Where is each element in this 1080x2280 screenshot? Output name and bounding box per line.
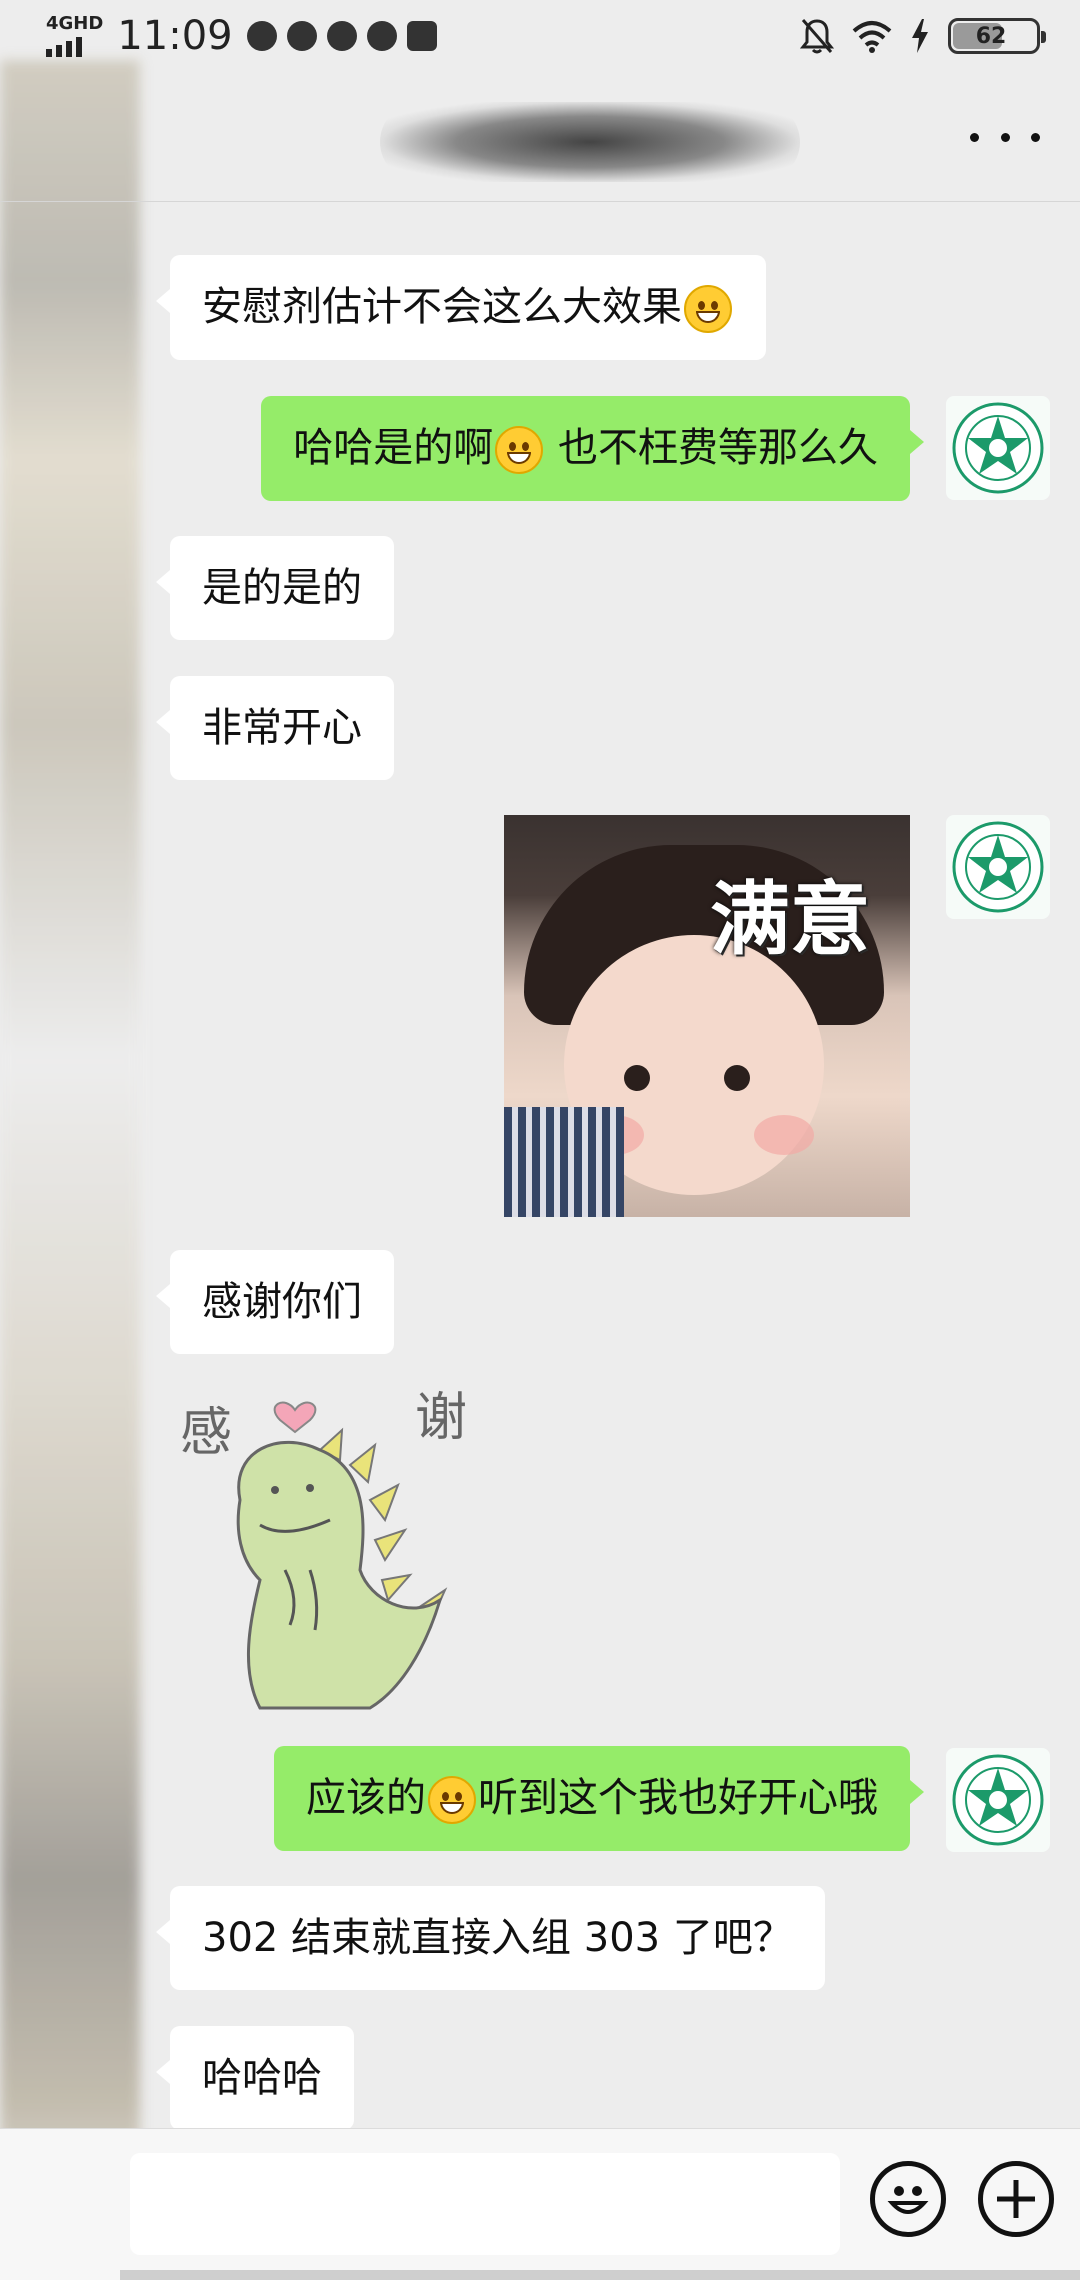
signal-icon <box>46 37 82 57</box>
incoming-message[interactable]: 非常开心 <box>156 676 394 780</box>
message-text: 哈哈哈 <box>202 2055 322 2101</box>
message-text: 安慰剂估计不会这么大效果 <box>202 284 682 330</box>
wifi-icon <box>852 21 892 53</box>
more-options-button[interactable] <box>970 112 1040 162</box>
my-avatar[interactable] <box>946 396 1050 500</box>
message-input[interactable] <box>130 2153 840 2255</box>
status-bar: 4GHD 11:09 62 <box>0 0 1080 72</box>
bottom-strip <box>120 2270 1080 2280</box>
message-icon <box>366 21 397 51</box>
wechat-icon <box>286 21 317 51</box>
input-bar <box>0 2128 1080 2280</box>
outgoing-message[interactable]: 应该的 听到这个我也好开心哦 <box>274 1746 924 1851</box>
sticker-message[interactable]: 感 谢 <box>170 1388 500 1720</box>
image-caption: 满意 <box>710 873 870 966</box>
message-text: 感谢你们 <box>202 1279 362 1325</box>
dinosaur-sticker-icon: 感 谢 <box>180 1388 467 1710</box>
incoming-message[interactable]: 安慰剂估计不会这么大效果 <box>156 255 766 360</box>
incoming-message[interactable]: 302 结束就直接入组 303 了吧？ <box>156 1886 825 1990</box>
my-avatar[interactable] <box>946 815 1050 919</box>
grin-emoji <box>495 426 544 474</box>
mute-bell-icon <box>800 19 834 54</box>
svg-text:谢: 谢 <box>415 1390 467 1448</box>
message-text: 302 结束就直接入组 303 了吧？ <box>202 1915 793 1961</box>
incoming-message[interactable]: 哈哈哈 <box>156 2026 354 2130</box>
network-indicator: 4GHD <box>46 15 103 57</box>
message-text: 非常开心 <box>202 705 362 751</box>
message-text: 听到这个我也好开心哦 <box>478 1775 878 1821</box>
redacted-edge <box>0 60 140 2280</box>
plus-icon <box>997 2180 1035 2218</box>
plus-button[interactable] <box>978 2161 1054 2237</box>
incoming-message[interactable]: 感谢你们 <box>156 1250 394 1354</box>
battery-level: 62 <box>975 23 1007 49</box>
emoji-button[interactable] <box>870 2161 946 2237</box>
app-icon <box>406 21 437 51</box>
incoming-message[interactable]: 是的是的 <box>156 536 394 640</box>
laugh-cry-emoji <box>684 285 732 333</box>
seal-logo-icon <box>952 1754 1044 1846</box>
seal-logo-icon <box>952 402 1044 494</box>
message-text: 是的是的 <box>202 565 362 611</box>
grin-emoji <box>428 1776 476 1824</box>
more-dots-icon <box>970 132 979 142</box>
notification-icons <box>246 21 437 51</box>
message-text: 应该的 <box>306 1775 426 1821</box>
charging-icon <box>912 19 928 53</box>
clock: 11:09 <box>117 13 233 59</box>
battery-icon: 62 <box>948 18 1046 54</box>
network-label: 4GHD <box>46 13 104 34</box>
svg-text:感: 感 <box>180 1403 232 1463</box>
image-message[interactable]: 满意 <box>504 815 910 1217</box>
chat-title[interactable]: 安 <box>380 102 800 182</box>
message-text: 哈哈是的啊 <box>293 425 494 471</box>
smiley-icon <box>887 2186 929 2214</box>
message-text: 也不枉费等那么久 <box>545 425 878 471</box>
outgoing-message[interactable]: 哈哈是的啊 也不枉费等那么久 <box>261 396 924 501</box>
seal-logo-icon <box>952 821 1044 913</box>
status-right: 62 <box>800 17 1046 55</box>
weather-icon <box>246 21 277 51</box>
my-avatar[interactable] <box>946 1748 1050 1852</box>
chat-header: 安 <box>0 72 1080 202</box>
planet-app-icon <box>326 21 357 51</box>
